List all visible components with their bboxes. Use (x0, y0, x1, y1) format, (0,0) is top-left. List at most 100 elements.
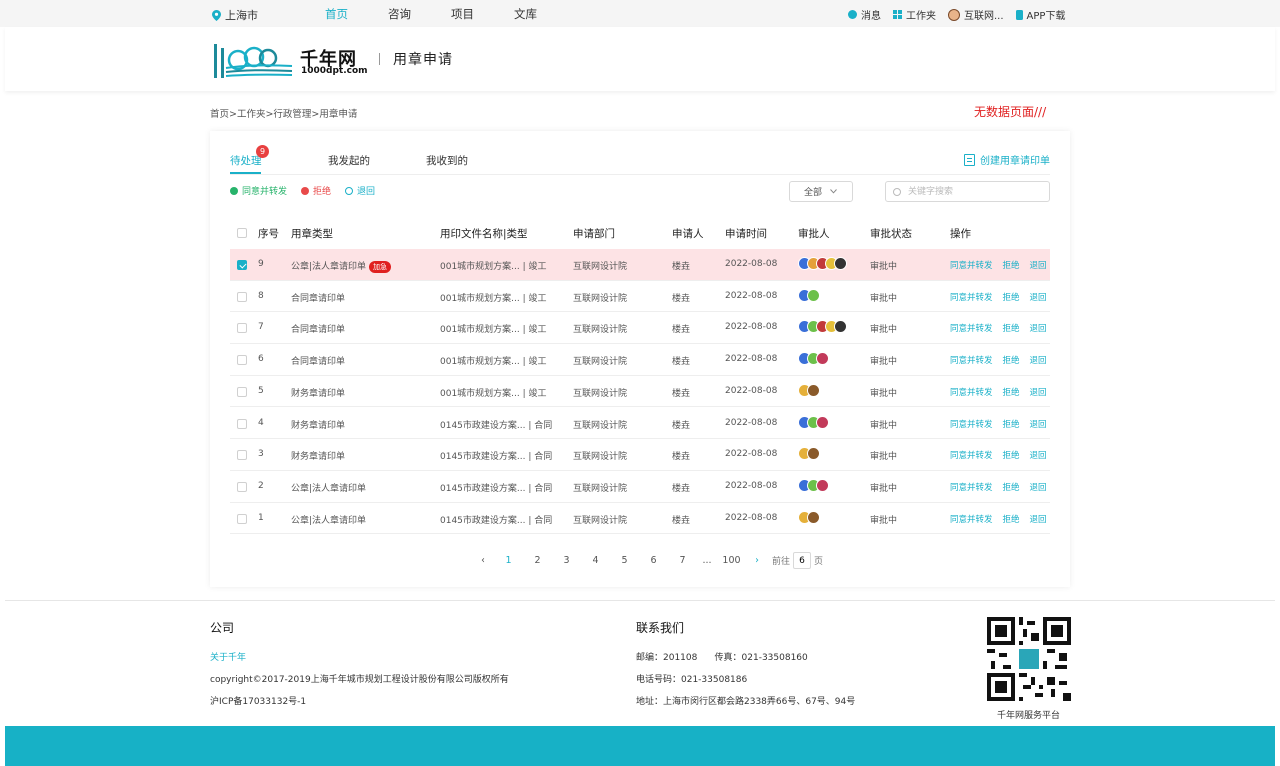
bulk-reject-button[interactable]: 拒绝 (301, 184, 331, 197)
app-download-link[interactable]: APP下载 (1015, 7, 1065, 22)
row-return-button[interactable]: 退回 (1030, 386, 1047, 398)
row-seal-type: 合同章请印单 (291, 354, 345, 367)
row-return-button[interactable]: 退回 (1030, 481, 1047, 493)
row-checkbox[interactable] (237, 450, 247, 461)
location-label: 上海市 (225, 9, 258, 22)
row-reject-button[interactable]: 拒绝 (1003, 481, 1020, 493)
row-return-button[interactable]: 退回 (1030, 354, 1047, 366)
page-ellipsis[interactable]: ... (697, 555, 717, 566)
row-agree-button[interactable]: 同意并转发 (950, 449, 993, 461)
about-link[interactable]: 关于千年 (210, 650, 509, 663)
row-return-button[interactable]: 退回 (1030, 291, 1047, 303)
user-menu[interactable]: 互联网... (948, 7, 1004, 22)
page-2[interactable]: 2 (523, 555, 552, 566)
page-3[interactable]: 3 (552, 555, 581, 566)
row-date: 2022-08-08 (725, 449, 778, 460)
row-agree-button[interactable]: 同意并转发 (950, 354, 993, 366)
tab-received[interactable]: 我收到的 (426, 153, 524, 175)
search-input[interactable] (906, 185, 1046, 198)
select-all-checkbox[interactable] (237, 228, 247, 238)
table-row[interactable]: 2 公章|法人章请印单 0145市政建设方案... | 合同 互联网设计院 楼垚 2022… (230, 471, 1050, 503)
prev-page-button[interactable]: ‹ (472, 555, 494, 566)
row-return-button[interactable]: 退回 (1030, 418, 1047, 430)
tab-initiated[interactable]: 我发起的 (328, 153, 426, 175)
row-dept: 互联网设计院 (573, 293, 628, 304)
nav-projects[interactable]: 项目 (451, 6, 474, 22)
row-reject-button[interactable]: 拒绝 (1003, 291, 1020, 303)
location[interactable]: 上海市 (212, 7, 258, 23)
row-reject-button[interactable]: 拒绝 (1003, 259, 1020, 271)
table-row[interactable]: 9 公章|法人章请印单 加急 001城市规划方案... | 竣工 互联网设计院 楼垚 202… (230, 249, 1050, 281)
page-1[interactable]: 1 (494, 555, 523, 566)
approver-avatar[interactable] (816, 415, 829, 429)
row-checkbox[interactable] (237, 291, 247, 302)
row-checkbox[interactable] (237, 481, 247, 492)
goto-page: 前往 页 (772, 552, 823, 569)
nav-library[interactable]: 文库 (514, 6, 537, 22)
row-return-button[interactable]: 退回 (1030, 513, 1047, 525)
table-row[interactable]: 1 公章|法人章请印单 0145市政建设方案... | 合同 互联网设计院 楼垚 2022… (230, 503, 1050, 535)
row-checkbox[interactable] (237, 513, 247, 524)
row-reject-button[interactable]: 拒绝 (1003, 513, 1020, 525)
row-reject-button[interactable]: 拒绝 (1003, 418, 1020, 430)
row-date: 2022-08-08 (725, 259, 778, 269)
approver-avatar[interactable] (834, 320, 847, 334)
row-reject-button[interactable]: 拒绝 (1003, 354, 1020, 366)
page-4[interactable]: 4 (581, 555, 610, 566)
row-checkbox[interactable] (237, 323, 247, 334)
row-reject-button[interactable]: 拒绝 (1003, 322, 1020, 334)
row-applicant: 楼垚 (672, 388, 691, 399)
nav-home[interactable]: 首页 (325, 6, 348, 22)
page-100[interactable]: 100 (717, 555, 746, 566)
messages-link[interactable]: 消息 (848, 7, 881, 22)
row-agree-button[interactable]: 同意并转发 (950, 513, 993, 525)
row-checkbox[interactable] (237, 386, 247, 397)
table-row[interactable]: 8 合同章请印单 001城市规划方案... | 竣工 互联网设计院 楼垚 2022-08-… (230, 281, 1050, 313)
approver-avatar[interactable] (807, 383, 820, 397)
page-6[interactable]: 6 (639, 555, 668, 566)
row-checkbox[interactable] (237, 418, 247, 429)
page-5[interactable]: 5 (610, 555, 639, 566)
row-agree-button[interactable]: 同意并转发 (950, 291, 993, 303)
approver-avatar[interactable] (807, 288, 820, 302)
approver-avatar[interactable] (834, 257, 847, 270)
bulk-agree-button[interactable]: 同意并转发 (230, 184, 287, 197)
workspace-link[interactable]: 工作夹 (893, 7, 936, 22)
breadcrumb[interactable]: 首页>工作夹>行政管理>用章申请 (210, 106, 357, 120)
row-seal-type: 合同章请印单 (291, 322, 345, 335)
table-row[interactable]: 5 财务章请印单 001城市规划方案... | 竣工 互联网设计院 楼垚 2022-08-… (230, 376, 1050, 408)
row-agree-button[interactable]: 同意并转发 (950, 259, 993, 271)
status-filter-select[interactable]: 全部 (789, 181, 853, 202)
row-return-button[interactable]: 退回 (1030, 449, 1047, 461)
tab-initiated-label: 我发起的 (328, 155, 370, 167)
tab-pending[interactable]: 待处理 9 (230, 145, 328, 175)
row-reject-button[interactable]: 拒绝 (1003, 386, 1020, 398)
row-agree-button[interactable]: 同意并转发 (950, 322, 993, 334)
goto-page-input[interactable] (793, 552, 812, 569)
create-request-button[interactable]: 创建用章请印单 (964, 152, 1050, 167)
row-applicant: 楼垚 (672, 420, 691, 431)
row-return-button[interactable]: 退回 (1030, 259, 1047, 271)
page-7[interactable]: 7 (668, 555, 697, 566)
nav-consult[interactable]: 咨询 (388, 6, 411, 22)
row-checkbox[interactable] (237, 355, 247, 366)
bulk-return-button[interactable]: 退回 (345, 184, 375, 197)
row-no: 8 (258, 290, 264, 301)
approver-avatar[interactable] (816, 478, 829, 492)
row-reject-button[interactable]: 拒绝 (1003, 449, 1020, 461)
row-seal-type-text: 财务章请印单 (291, 388, 346, 399)
table-row[interactable]: 7 合同章请印单 001城市规划方案... | 竣工 互联网设计院 楼垚 2022-08-… (230, 312, 1050, 345)
approver-avatar[interactable] (807, 510, 820, 524)
table-row[interactable]: 3 财务章请印单 0145市政建设方案... | 合同 互联网设计院 楼垚 2022-08… (230, 439, 1050, 471)
row-checkbox[interactable] (237, 260, 247, 270)
urgent-badge: 加急 (369, 261, 392, 273)
row-agree-button[interactable]: 同意并转发 (950, 481, 993, 493)
approver-avatar[interactable] (816, 352, 829, 366)
row-agree-button[interactable]: 同意并转发 (950, 418, 993, 430)
table-row[interactable]: 4 财务章请印单 0145市政建设方案... | 合同 互联网设计院 楼垚 2022-08… (230, 408, 1050, 440)
row-agree-button[interactable]: 同意并转发 (950, 386, 993, 398)
row-return-button[interactable]: 退回 (1030, 322, 1047, 334)
table-row[interactable]: 6 合同章请印单 001城市规划方案... | 竣工 互联网设计院 楼垚 2022-08-… (230, 344, 1050, 376)
approver-avatar[interactable] (807, 447, 820, 461)
next-page-button[interactable]: › (746, 555, 768, 566)
